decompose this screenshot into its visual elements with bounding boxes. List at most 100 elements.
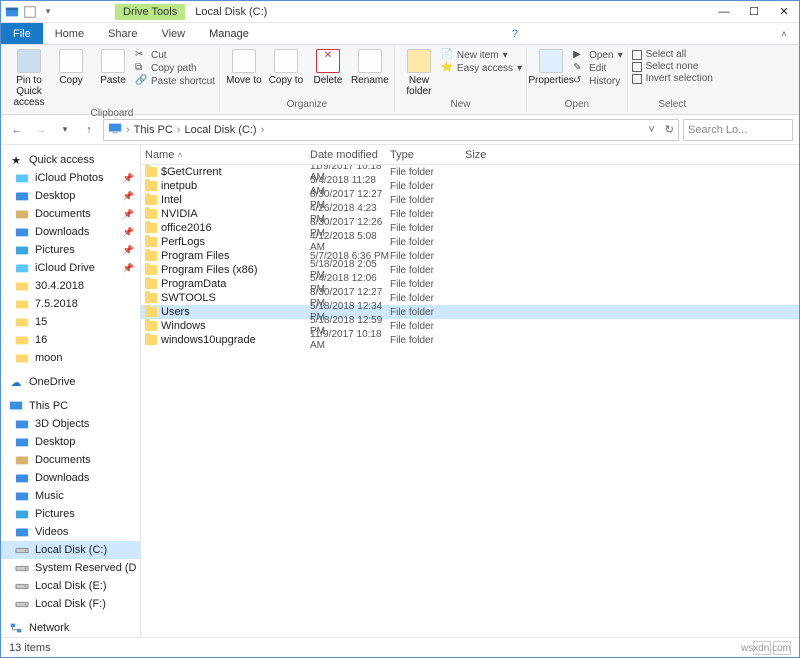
paste-button[interactable]: Paste <box>93 47 133 86</box>
copy-button[interactable]: Copy <box>51 47 91 86</box>
desktop-icon <box>15 435 29 449</box>
ribbon-group-organize: Move to Copy to ✕Delete Rename Organize <box>220 47 395 112</box>
nav-pc-item[interactable]: Desktop <box>1 433 140 451</box>
refresh-icon[interactable]: ↻ <box>659 123 674 136</box>
nav-network[interactable]: Network <box>1 619 140 637</box>
maximize-button[interactable]: ☐ <box>739 1 769 23</box>
file-row[interactable]: SWTOOLS8/30/2017 12:27 PMFile folder <box>141 291 799 305</box>
copy-path-button[interactable]: ⧉Copy path <box>135 62 215 74</box>
nav-up-button[interactable]: ↑ <box>79 120 99 140</box>
tab-file[interactable]: File <box>1 23 43 44</box>
nav-pc-item[interactable]: Videos <box>1 523 140 541</box>
file-row[interactable]: PerfLogs4/12/2018 5:08 AMFile folder <box>141 235 799 249</box>
col-date[interactable]: Date modified <box>310 149 390 161</box>
select-none-button[interactable]: Select none <box>632 61 713 72</box>
easy-access-button[interactable]: ⭐Easy access ▾ <box>441 62 522 74</box>
nav-quick-item[interactable]: Pictures📌 <box>1 241 140 259</box>
edit-button[interactable]: ✎Edit <box>573 62 623 74</box>
nav-pc-item[interactable]: Local Disk (E:) <box>1 577 140 595</box>
nav-quick-item[interactable]: moon <box>1 349 140 367</box>
address-bar[interactable]: › This PC › Local Disk (C:) › ˅ ↻ <box>103 119 679 141</box>
nav-quick-access[interactable]: ★Quick access <box>1 151 140 169</box>
col-name[interactable]: Name ˄ <box>145 149 310 161</box>
file-row[interactable]: inetpub5/4/2018 11:28 AMFile folder <box>141 179 799 193</box>
nav-onedrive[interactable]: ☁OneDrive <box>1 373 140 391</box>
file-row[interactable]: Intel8/30/2017 12:27 PMFile folder <box>141 193 799 207</box>
file-row[interactable]: Windows5/18/2018 12:59 PMFile folder <box>141 319 799 333</box>
properties-button[interactable]: Properties <box>531 47 571 86</box>
breadcrumb-local-disk[interactable]: Local Disk (C:) <box>184 124 256 136</box>
search-input[interactable]: Search Lo... <box>683 119 793 141</box>
col-size[interactable]: Size <box>465 149 525 161</box>
copy-label: Copy <box>59 75 82 86</box>
nav-quick-item[interactable]: Downloads📌 <box>1 223 140 241</box>
nav-pc-item[interactable]: Pictures <box>1 505 140 523</box>
file-row[interactable]: Users5/18/2018 12:34 PMFile folder <box>141 305 799 319</box>
delete-button[interactable]: ✕Delete <box>308 47 348 86</box>
drive-tools-tab[interactable]: Drive Tools <box>115 4 185 20</box>
nav-pc-item[interactable]: 3D Objects <box>1 415 140 433</box>
tab-manage[interactable]: Manage <box>197 23 261 44</box>
copy-to-button[interactable]: Copy to <box>266 47 306 86</box>
breadcrumb-sep: › <box>261 124 265 136</box>
nav-quick-item[interactable]: iCloud Drive📌 <box>1 259 140 277</box>
rename-button[interactable]: Rename <box>350 47 390 86</box>
ribbon-group-clipboard: Pin to Quick access Copy Paste ✂Cut ⧉Cop… <box>5 47 220 112</box>
move-to-button[interactable]: Move to <box>224 47 264 86</box>
nav-pc-item[interactable]: Local Disk (C:) <box>1 541 140 559</box>
qat-save-icon[interactable] <box>23 5 37 19</box>
file-name: inetpub <box>161 180 197 192</box>
nav-quick-item[interactable]: 16 <box>1 331 140 349</box>
nav-forward-button[interactable]: → <box>31 120 51 140</box>
new-item-button[interactable]: 📄New item ▾ <box>441 49 522 61</box>
nav-pc-item[interactable]: Downloads <box>1 469 140 487</box>
file-row[interactable]: Program Files5/7/2018 6:36 PMFile folder <box>141 249 799 263</box>
paste-shortcut-button[interactable]: 🔗Paste shortcut <box>135 75 215 87</box>
tab-share[interactable]: Share <box>96 23 149 44</box>
addr-dropdown-icon[interactable]: ˅ <box>648 124 654 136</box>
nav-this-pc[interactable]: This PC <box>1 397 140 415</box>
file-row[interactable]: $GetCurrent11/9/2017 10:18 AMFile folder <box>141 165 799 179</box>
tab-home[interactable]: Home <box>43 23 96 44</box>
nav-pc-item[interactable]: Local Disk (F:) <box>1 595 140 613</box>
file-row[interactable]: Program Files (x86)5/18/2018 2:05 PMFile… <box>141 263 799 277</box>
nav-pc-item[interactable]: Music <box>1 487 140 505</box>
delete-label: Delete <box>313 75 342 86</box>
nav-quick-item[interactable]: Desktop📌 <box>1 187 140 205</box>
folder-icon <box>145 321 157 331</box>
pin-quick-access-button[interactable]: Pin to Quick access <box>9 47 49 108</box>
nav-quick-item[interactable]: Documents📌 <box>1 205 140 223</box>
nav-quick-item[interactable]: 15 <box>1 313 140 331</box>
ribbon-help-icon[interactable]: ? <box>500 23 530 44</box>
close-button[interactable]: ✕ <box>769 1 799 23</box>
file-row[interactable]: windows10upgrade11/9/2017 10:18 AMFile f… <box>141 333 799 347</box>
invert-selection-button[interactable]: Invert selection <box>632 73 713 84</box>
file-row[interactable]: ProgramData5/4/2018 12:06 PMFile folder <box>141 277 799 291</box>
history-button[interactable]: ↺History <box>573 75 623 87</box>
select-all-label: Select all <box>646 49 687 60</box>
minimize-button[interactable]: — <box>709 1 739 23</box>
nav-quick-item[interactable]: iCloud Photos📌 <box>1 169 140 187</box>
navigation-pane[interactable]: ★Quick accessiCloud Photos📌Desktop📌Docum… <box>1 145 141 637</box>
nav-recent-button[interactable]: ▾ <box>55 120 75 140</box>
nav-quick-item[interactable]: 7.5.2018 <box>1 295 140 313</box>
qat-dropdown-icon[interactable]: ▾ <box>41 5 55 19</box>
folder-icon <box>145 279 157 289</box>
select-all-button[interactable]: Select all <box>632 49 713 60</box>
new-folder-button[interactable]: New folder <box>399 47 439 97</box>
open-button[interactable]: ▶Open ▾ <box>573 49 623 61</box>
column-headers[interactable]: Name ˄ Date modified Type Size <box>141 145 799 165</box>
ribbon-collapse-icon[interactable]: ˄ <box>769 23 799 44</box>
folder-icon <box>145 209 157 219</box>
breadcrumb-thispc[interactable]: This PC <box>134 124 173 136</box>
file-row[interactable]: office20168/30/2017 12:26 PMFile folder <box>141 221 799 235</box>
tab-view[interactable]: View <box>149 23 197 44</box>
nav-quick-item[interactable]: 30.4.2018 <box>1 277 140 295</box>
col-type[interactable]: Type <box>390 149 465 161</box>
nav-pc-item[interactable]: System Reserved (D <box>1 559 140 577</box>
cut-button[interactable]: ✂Cut <box>135 49 215 61</box>
file-row[interactable]: NVIDIA4/26/2018 4:23 PMFile folder <box>141 207 799 221</box>
folder-icon <box>145 195 157 205</box>
nav-back-button[interactable]: ← <box>7 120 27 140</box>
nav-pc-item[interactable]: Documents <box>1 451 140 469</box>
